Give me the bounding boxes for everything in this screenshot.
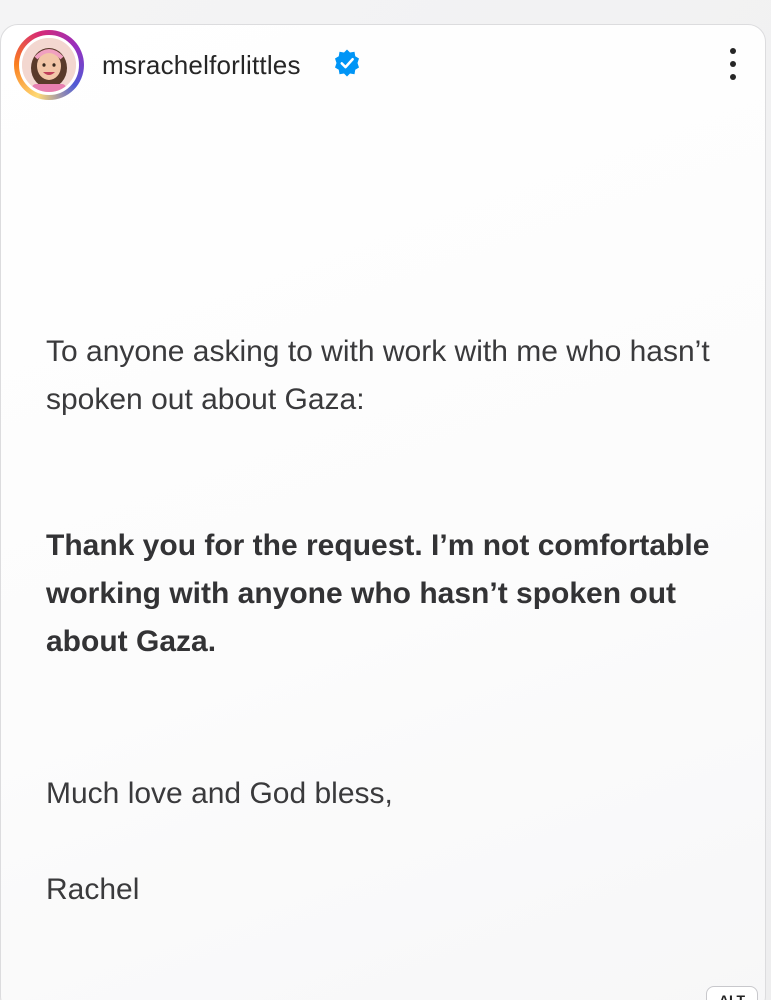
more-dot (730, 61, 736, 67)
alt-text-button[interactable]: ALT (706, 986, 758, 1000)
username[interactable]: msrachelforlittles (102, 50, 301, 81)
more-options-icon[interactable] (719, 42, 747, 86)
story-ring[interactable] (14, 30, 84, 100)
more-dot (730, 48, 736, 54)
avatar-image (22, 38, 76, 92)
post-signature: Rachel (46, 873, 140, 906)
post-paragraph-signoff: Much love and God bless, (46, 777, 393, 810)
post-card (0, 24, 766, 1000)
more-dot (730, 74, 736, 80)
post-paragraph-intro: To anyone asking to with work with me wh… (46, 335, 710, 416)
post-paragraph-bold: Thank you for the request. I’m not comfo… (46, 529, 710, 658)
avatar[interactable] (19, 35, 79, 95)
post-header: msrachelforlittles (14, 30, 757, 100)
page: msrachelforlittles To anyone asking to w… (0, 0, 771, 1000)
verified-badge-icon (335, 49, 359, 77)
